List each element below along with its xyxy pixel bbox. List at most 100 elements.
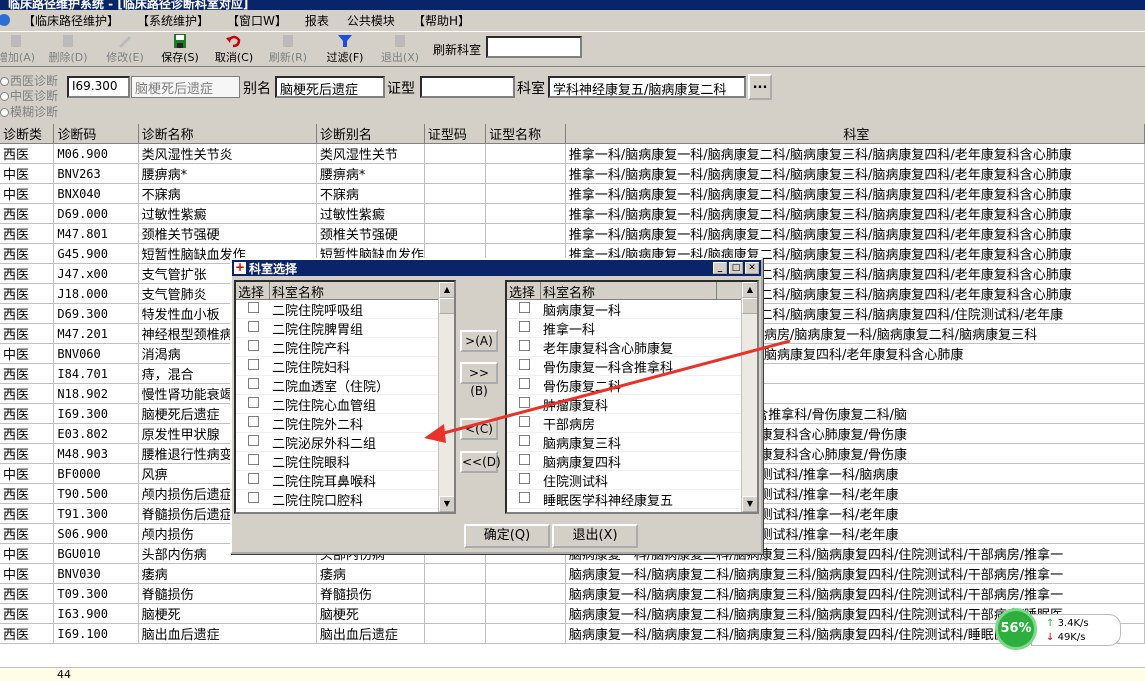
table-cell[interactable]: 推拿一科/脑病康复一科/脑病康复二科/脑病康复三科/脑病康复四科/老年康复科含心… bbox=[565, 223, 1145, 244]
table-cell[interactable]: 西医 bbox=[0, 263, 55, 284]
selected-dept-list-item[interactable]: 脑病康复四科 bbox=[507, 452, 757, 471]
table-cell[interactable]: 西医 bbox=[0, 443, 55, 464]
table-cell[interactable] bbox=[485, 163, 566, 184]
table-cell[interactable]: T09.300 bbox=[53, 583, 139, 604]
table-cell[interactable]: 西医 bbox=[0, 483, 55, 504]
table-cell[interactable] bbox=[485, 623, 566, 644]
table-cell[interactable]: 不寐病 bbox=[316, 183, 425, 204]
move-all-right-button[interactable]: >>(B) bbox=[460, 362, 498, 398]
table-cell[interactable]: 脑病康复一科/脑病康复二科/脑病康复三科/脑病康复四科/住院测试科/干部病房/推… bbox=[565, 583, 1145, 604]
table-cell[interactable]: I69.300 bbox=[53, 403, 139, 424]
table-cell[interactable]: 西医 bbox=[0, 583, 55, 604]
dept-field[interactable]: 学科神经康复五/脑病康复二科 bbox=[548, 76, 746, 98]
table-cell[interactable]: BF0000 bbox=[53, 463, 139, 484]
table-cell[interactable]: 西医 bbox=[0, 223, 55, 244]
grid-header-cell[interactable]: 诊断别名 bbox=[316, 124, 425, 144]
select-checkbox[interactable] bbox=[507, 377, 541, 393]
select-checkbox[interactable] bbox=[507, 320, 541, 336]
table-cell[interactable]: M47.201 bbox=[53, 323, 139, 344]
table-cell[interactable]: 西医 bbox=[0, 603, 55, 624]
selected-dept-list-item[interactable]: 干部病房 bbox=[507, 414, 757, 433]
grid-header-cell[interactable]: 诊断码 bbox=[53, 124, 139, 144]
table-cell[interactable]: 西医 bbox=[0, 203, 55, 224]
selected-dept-list-item[interactable]: 老年康复科含心肺康复 bbox=[507, 338, 757, 357]
table-cell[interactable]: 脑病康复一科/脑病康复二科/脑病康复三科/脑病康复四科/住院测试科/干部病房/推… bbox=[565, 563, 1145, 584]
table-cell[interactable] bbox=[424, 163, 487, 184]
table-cell[interactable]: 西医 bbox=[0, 243, 55, 264]
selected-dept-list-item[interactable]: 脑病康复一科 bbox=[507, 300, 757, 319]
move-all-left-button[interactable]: <<(D) bbox=[460, 451, 501, 473]
select-checkbox[interactable] bbox=[507, 434, 541, 450]
select-checkbox[interactable] bbox=[236, 301, 270, 317]
delete-button[interactable]: 删除(D) bbox=[48, 34, 88, 66]
table-row[interactable]: 西医 I63.900 脑梗死 脑梗死 脑病康复一科/脑病康复二科/脑病康复三科/脑病康复… bbox=[0, 603, 1145, 624]
select-checkbox[interactable] bbox=[507, 415, 541, 431]
table-cell[interactable] bbox=[424, 563, 487, 584]
scroll-down-icon[interactable]: ▼ bbox=[439, 496, 454, 512]
table-cell[interactable] bbox=[424, 603, 487, 624]
filter-button[interactable]: 过滤(F) bbox=[325, 34, 365, 66]
table-cell[interactable] bbox=[485, 143, 566, 164]
table-cell[interactable]: D69.000 bbox=[53, 203, 139, 224]
close-button[interactable]: ✕ bbox=[745, 262, 759, 274]
table-cell[interactable]: 腰痹病* bbox=[138, 163, 317, 184]
table-cell[interactable]: G45.900 bbox=[53, 243, 139, 264]
exit-button[interactable]: 退出(X) bbox=[380, 34, 420, 66]
select-checkbox[interactable] bbox=[236, 415, 270, 431]
table-row[interactable]: 中医 BNX040 不寐病 不寐病 推拿一科/脑病康复一科/脑病康复二科/脑病康复三科/… bbox=[0, 183, 1145, 204]
alias-field[interactable]: 脑梗死后遗症 bbox=[275, 76, 385, 98]
table-row[interactable]: 西医 T09.300 脊髓损伤 脊髓损伤 脑病康复一科/脑病康复二科/脑病康复三科/脑病… bbox=[0, 583, 1145, 604]
available-dept-list-item[interactable]: 二院血透室（住院） bbox=[236, 376, 454, 395]
table-row[interactable]: 西医 M47.801 颈椎关节强硬 颈椎关节强硬 推拿一科/脑病康复一科/脑病康复二科/… bbox=[0, 223, 1145, 244]
table-cell[interactable]: 颈椎关节强硬 bbox=[316, 223, 425, 244]
table-cell[interactable]: 西医 bbox=[0, 303, 55, 324]
select-checkbox[interactable] bbox=[236, 434, 270, 450]
table-cell[interactable]: I84.701 bbox=[53, 363, 139, 384]
table-cell[interactable] bbox=[424, 203, 487, 224]
grid-header-cell[interactable]: 诊断类 bbox=[0, 124, 55, 144]
select-checkbox[interactable] bbox=[236, 358, 270, 374]
select-checkbox[interactable] bbox=[236, 320, 270, 336]
available-dept-list-item[interactable]: 二院住院妇科 bbox=[236, 357, 454, 376]
table-cell[interactable]: T90.500 bbox=[53, 483, 139, 504]
available-dept-list-item[interactable]: 二院住院脾胃组 bbox=[236, 319, 454, 338]
table-cell[interactable]: 推拿一科/脑病康复一科/脑病康复二科/脑病康复三科/脑病康复四科/老年康复科含心… bbox=[565, 143, 1145, 164]
selected-dept-list-item[interactable]: 住院测试科 bbox=[507, 471, 757, 490]
table-cell[interactable]: 中医 bbox=[0, 163, 55, 184]
table-cell[interactable]: 西医 bbox=[0, 503, 55, 524]
table-cell[interactable] bbox=[485, 203, 566, 224]
selected-dept-list-item[interactable]: 脑病康复三科 bbox=[507, 433, 757, 452]
table-cell[interactable] bbox=[485, 603, 566, 624]
ok-button[interactable]: 确定(Q) bbox=[464, 524, 550, 548]
scroll-down-icon[interactable]: ▼ bbox=[742, 496, 757, 512]
table-cell[interactable]: I63.900 bbox=[53, 603, 139, 624]
table-cell[interactable]: N18.902 bbox=[53, 383, 139, 404]
select-checkbox[interactable] bbox=[507, 472, 541, 488]
table-row[interactable]: 西医 M06.900 类风湿性关节炎 类风湿性关节 推拿一科/脑病康复一科/脑病康复二科… bbox=[0, 143, 1145, 164]
table-cell[interactable] bbox=[485, 563, 566, 584]
selected-dept-list-item[interactable]: 肿瘤康复科 bbox=[507, 395, 757, 414]
table-cell[interactable]: 中医 bbox=[0, 463, 55, 484]
table-cell[interactable]: I69.100 bbox=[53, 623, 139, 644]
table-cell[interactable]: BNV030 bbox=[53, 563, 139, 584]
table-cell[interactable]: 中医 bbox=[0, 543, 55, 564]
table-cell[interactable]: BNV060 bbox=[53, 343, 139, 364]
add-button[interactable]: 增加(A) bbox=[0, 34, 36, 66]
left-scrollbar[interactable]: ▲ ▼ bbox=[438, 282, 454, 512]
grid-header-cell[interactable]: 证型名称 bbox=[485, 124, 566, 144]
table-cell[interactable]: BNX040 bbox=[53, 183, 139, 204]
table-row[interactable]: 中医 BNV030 痿病 痿病 脑病康复一科/脑病康复二科/脑病康复三科/脑病康复四科/… bbox=[0, 563, 1145, 584]
menu-path-maintenance[interactable]: 【临床路径维护】 bbox=[14, 12, 128, 29]
network-speed-widget[interactable]: ↑ 3.4K/s ↓ 49K/s 56% bbox=[995, 608, 1123, 650]
select-checkbox[interactable] bbox=[236, 396, 270, 412]
table-cell[interactable]: 脑出血后遗症 bbox=[316, 623, 425, 644]
dialog-exit-button[interactable]: 退出(X) bbox=[552, 524, 638, 548]
table-row[interactable]: 中医 BNV263 腰痹病* 腰痹病* 推拿一科/脑病康复一科/脑病康复二科/脑病康复三… bbox=[0, 163, 1145, 184]
available-dept-list-item[interactable]: 二院住院眼科 bbox=[236, 452, 454, 471]
menu-help[interactable]: 【帮助H】 bbox=[404, 12, 479, 29]
select-checkbox[interactable] bbox=[236, 453, 270, 469]
table-row[interactable]: 西医 D69.000 过敏性紫癜 过敏性紫癜 推拿一科/脑病康复一科/脑病康复二科/脑病… bbox=[0, 203, 1145, 224]
select-checkbox[interactable] bbox=[507, 396, 541, 412]
table-cell[interactable]: S06.900 bbox=[53, 523, 139, 544]
table-cell[interactable]: 西医 bbox=[0, 423, 55, 444]
